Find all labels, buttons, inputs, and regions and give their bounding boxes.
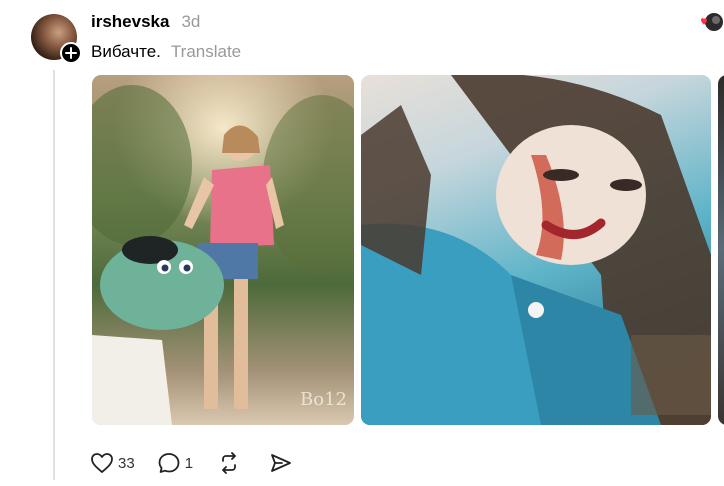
photo-girl-park: Bo12 bbox=[92, 75, 354, 425]
send-icon bbox=[271, 454, 291, 472]
repost-button[interactable] bbox=[217, 452, 241, 474]
username-link[interactable]: irshevska bbox=[91, 12, 169, 32]
follow-button[interactable] bbox=[60, 42, 82, 64]
reply-button[interactable]: 1 bbox=[157, 452, 193, 474]
translate-link[interactable]: Translate bbox=[171, 42, 241, 62]
photo-partial bbox=[718, 75, 724, 425]
thread-post: irshevska 3d Вибачте. Translate Bo12 33 … bbox=[0, 0, 724, 486]
plus-icon bbox=[65, 47, 77, 59]
post-header: irshevska 3d bbox=[91, 12, 200, 34]
comment-icon bbox=[158, 453, 180, 473]
media-image-1[interactable]: Bo12 bbox=[92, 75, 354, 425]
action-bar: 33 1 bbox=[90, 450, 293, 476]
svg-text:Bo12: Bo12 bbox=[300, 389, 347, 410]
like-button[interactable]: 33 bbox=[90, 452, 135, 474]
like-count: 33 bbox=[118, 454, 135, 472]
share-button[interactable] bbox=[269, 452, 293, 474]
thread-line bbox=[53, 70, 55, 480]
repost-icon bbox=[222, 452, 236, 474]
liked-by-avatar-icon bbox=[701, 13, 723, 31]
heart-icon bbox=[91, 453, 113, 473]
caption-row: Вибачте. Translate bbox=[91, 42, 241, 62]
avatar-container[interactable] bbox=[31, 14, 82, 64]
reply-count: 1 bbox=[184, 454, 194, 472]
photo-girl-halloween-makeup bbox=[361, 75, 711, 425]
liked-by-indicator[interactable] bbox=[694, 10, 724, 34]
post-caption: Вибачте. bbox=[91, 42, 161, 61]
media-image-3[interactable] bbox=[718, 75, 724, 425]
timestamp[interactable]: 3d bbox=[181, 12, 200, 32]
media-image-2[interactable] bbox=[361, 75, 711, 425]
